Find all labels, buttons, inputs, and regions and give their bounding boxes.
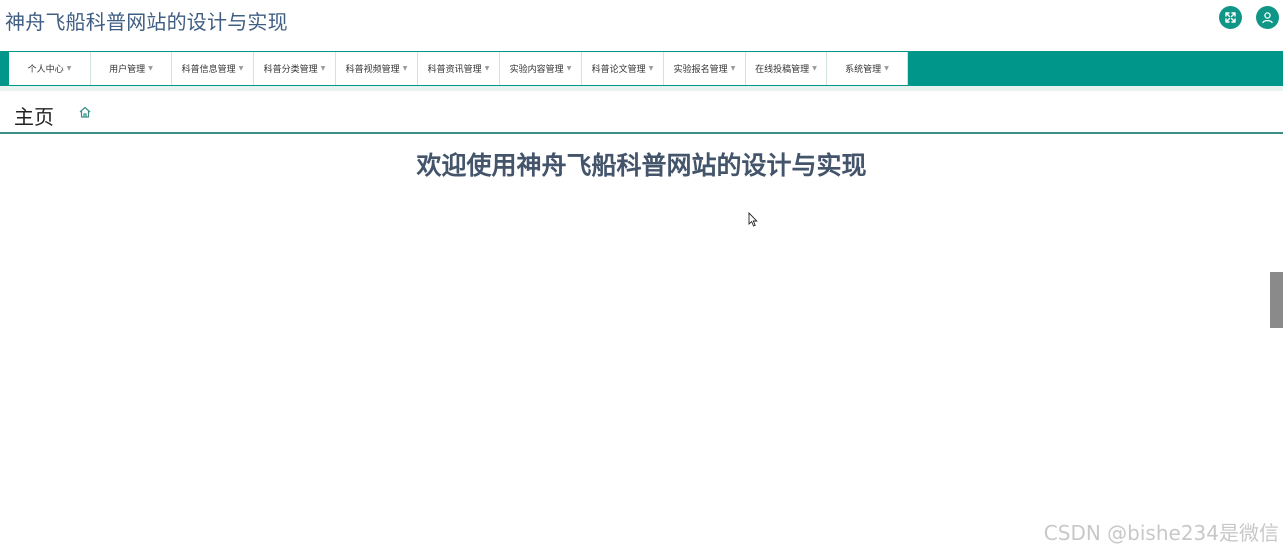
user-icon <box>1262 12 1273 24</box>
nav-item-science-category[interactable]: 科普分类管理 ▼ <box>254 52 336 85</box>
watermark: CSDN @bishe234是微信 <box>1043 521 1279 545</box>
nav-item-experiment-content[interactable]: 实验内容管理 ▼ <box>500 52 582 85</box>
nav-item-label: 科普视频管理 <box>345 65 400 75</box>
mouse-cursor-icon <box>748 211 758 231</box>
nav-item-label: 科普资讯管理 <box>427 65 482 75</box>
nav-item-label: 科普分类管理 <box>263 65 318 75</box>
chevron-down-icon: ▼ <box>566 65 572 72</box>
fullscreen-icon <box>1225 12 1236 23</box>
nav-item-science-paper[interactable]: 科普论文管理 ▼ <box>582 52 664 85</box>
nav-item-label: 个人中心 <box>27 65 64 75</box>
nav-item-personal-center[interactable]: 个人中心 ▼ <box>9 52 91 85</box>
chevron-down-icon: ▼ <box>402 65 408 72</box>
nav-item-label: 实验报名管理 <box>673 65 728 75</box>
home-icon[interactable] <box>78 104 92 123</box>
nav-item-system-management[interactable]: 系统管理 ▼ <box>827 52 908 85</box>
nav-item-label: 系统管理 <box>845 65 882 75</box>
chevron-down-icon: ▼ <box>238 65 244 72</box>
navbar-underline <box>0 86 1283 91</box>
user-button[interactable] <box>1256 6 1279 29</box>
breadcrumb-divider <box>0 132 1283 134</box>
chevron-down-icon: ▼ <box>730 65 736 72</box>
nav-item-science-video[interactable]: 科普视频管理 ▼ <box>336 52 418 85</box>
nav-item-label: 科普信息管理 <box>181 65 236 75</box>
chevron-down-icon: ▼ <box>812 65 817 72</box>
app-title: 神舟飞船科普网站的设计与实现 <box>5 10 288 34</box>
fullscreen-button[interactable] <box>1219 6 1242 29</box>
chevron-down-icon: ▼ <box>884 65 889 72</box>
nav-item-experiment-signup[interactable]: 实验报名管理 ▼ <box>664 52 746 85</box>
chevron-down-icon: ▼ <box>320 65 326 72</box>
nav-item-label: 科普论文管理 <box>591 65 646 75</box>
chevron-down-icon: ▼ <box>148 65 153 72</box>
nav-item-label: 实验内容管理 <box>509 65 564 75</box>
nav-item-label: 用户管理 <box>109 65 146 75</box>
welcome-heading: 欢迎使用神舟飞船科普网站的设计与实现 <box>416 151 867 180</box>
chevron-down-icon: ▼ <box>66 65 72 72</box>
chevron-down-icon: ▼ <box>648 65 654 72</box>
nav-item-science-news[interactable]: 科普资讯管理 ▼ <box>418 52 500 85</box>
chevron-down-icon: ▼ <box>484 65 490 72</box>
nav-item-science-info[interactable]: 科普信息管理 ▼ <box>172 52 254 85</box>
nav-item-label: 在线投稿管理 <box>755 65 810 75</box>
top-header: 神舟飞船科普网站的设计与实现 <box>0 0 1283 46</box>
nav-item-online-submission[interactable]: 在线投稿管理 ▼ <box>746 52 827 85</box>
nav-item-user-management[interactable]: 用户管理 ▼ <box>91 52 172 85</box>
breadcrumb-title: 主页 <box>14 105 54 129</box>
scrollbar-thumb[interactable] <box>1270 272 1283 328</box>
